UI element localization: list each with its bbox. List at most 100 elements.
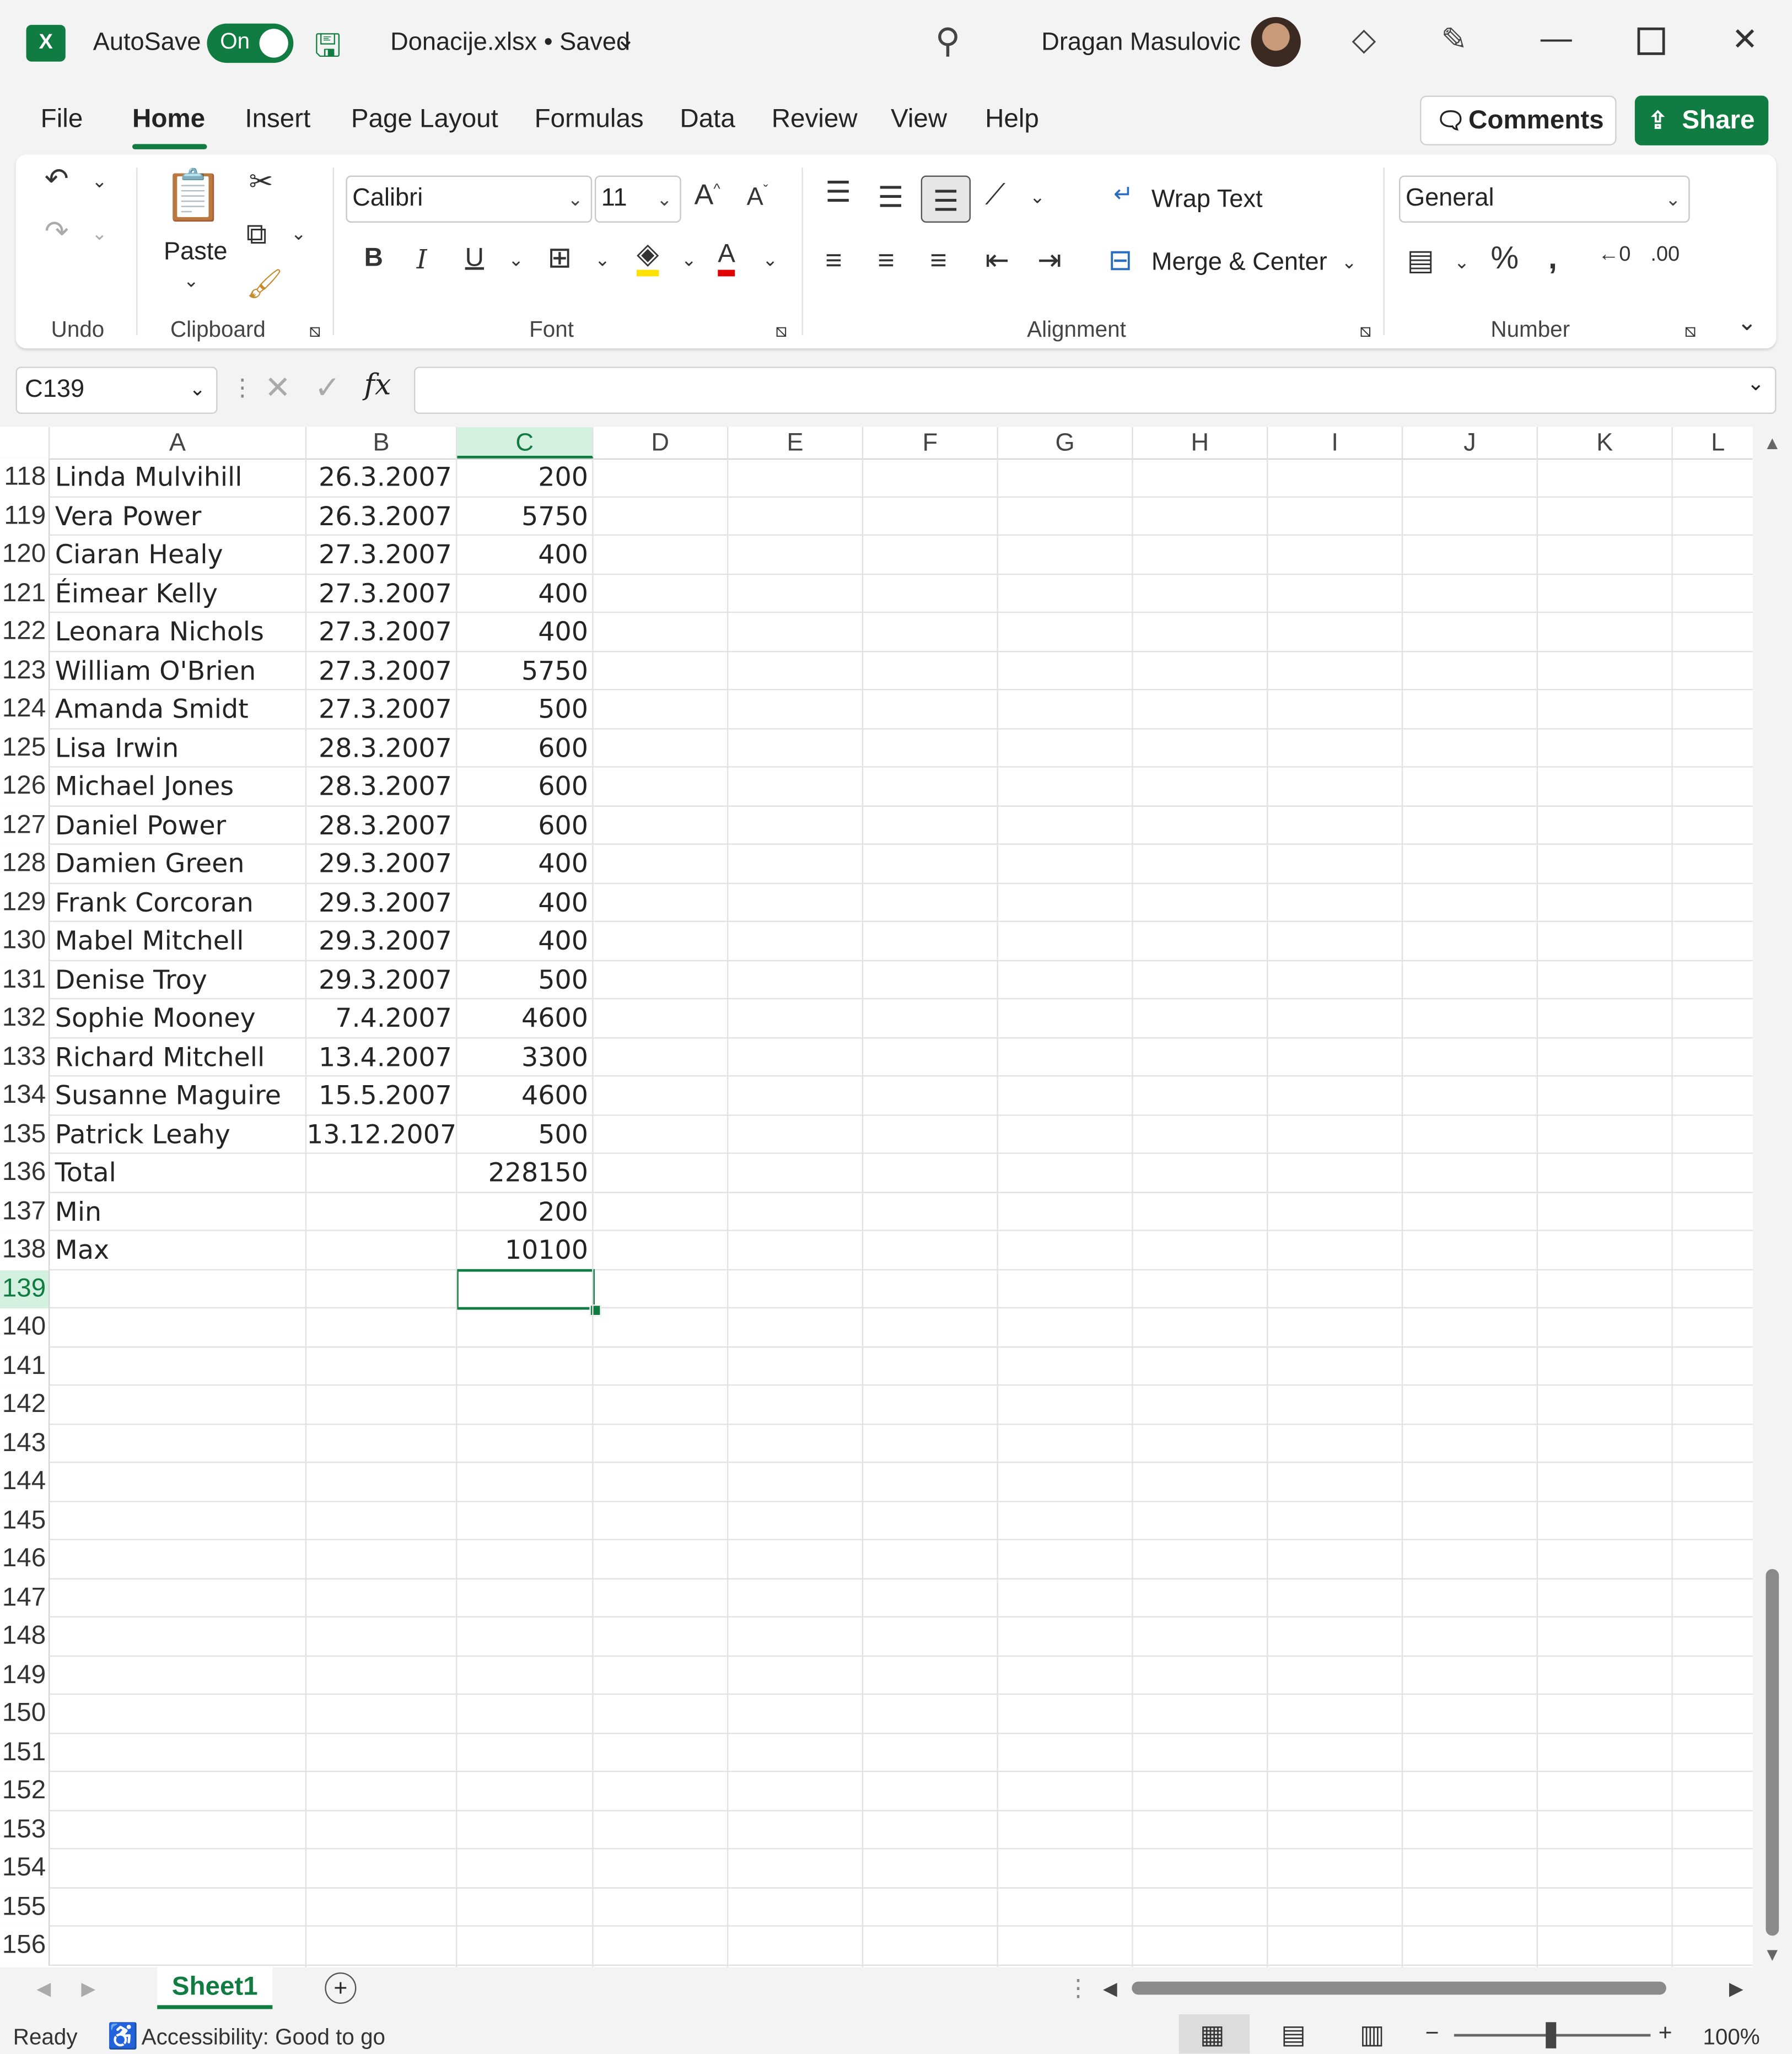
cell-b[interactable] <box>306 1385 452 1424</box>
cell-b[interactable]: 27.3.2007 <box>306 536 452 574</box>
cell-b[interactable]: 26.3.2007 <box>306 497 452 536</box>
column-header[interactable]: A <box>50 427 307 459</box>
cell-c[interactable]: 5750 <box>457 651 588 690</box>
merge-dropdown-icon[interactable]: ⌄ <box>1341 251 1357 273</box>
cell-a[interactable]: Min <box>55 1193 101 1231</box>
cell-a[interactable]: Susanne Maguire <box>55 1076 281 1115</box>
tab-file[interactable]: File <box>41 105 83 135</box>
page-layout-view-icon[interactable]: ▤ <box>1281 2018 1306 2051</box>
cell-c[interactable] <box>457 1695 588 1733</box>
cell-c[interactable]: 400 <box>457 845 588 883</box>
font-color-icon[interactable]: A <box>718 239 736 277</box>
row-header[interactable]: 140 <box>0 1308 50 1347</box>
chevron-down-icon[interactable]: ⌄ <box>616 26 636 54</box>
row-header[interactable]: 126 <box>0 767 50 806</box>
cell-a[interactable]: William O'Brien <box>55 651 256 690</box>
row-header[interactable]: 148 <box>0 1617 50 1657</box>
row-header[interactable]: 152 <box>0 1772 50 1811</box>
cell-b[interactable]: 27.3.2007 <box>306 690 452 729</box>
cell-b[interactable] <box>306 1540 452 1579</box>
cell-c[interactable]: 400 <box>457 922 588 961</box>
row-header[interactable]: 145 <box>0 1501 50 1540</box>
comma-style-icon[interactable]: , <box>1548 241 1557 278</box>
cell-c[interactable] <box>457 1540 588 1579</box>
borders-icon[interactable]: ⊞ <box>547 241 572 275</box>
row-header[interactable]: 122 <box>0 613 50 652</box>
cell-c[interactable]: 400 <box>457 574 588 613</box>
tab-data[interactable]: Data <box>680 105 735 135</box>
comments-button[interactable]: 🗨 Comments <box>1420 95 1617 145</box>
cell-b[interactable] <box>306 1927 452 1965</box>
cell-b[interactable]: 28.3.2007 <box>306 806 452 845</box>
accounting-dropdown-icon[interactable]: ⌄ <box>1454 251 1470 273</box>
row-header[interactable]: 121 <box>0 574 50 613</box>
row-header[interactable]: 128 <box>0 844 50 883</box>
cell-a[interactable]: Éimear Kelly <box>55 574 218 613</box>
dialog-launcher-icon[interactable]: ⧅ <box>1360 320 1371 342</box>
dialog-launcher-icon[interactable]: ⧅ <box>1685 320 1696 342</box>
sheet-prev-icon[interactable]: ◀ <box>37 1977 51 1999</box>
cell-b[interactable]: 29.3.2007 <box>306 883 452 922</box>
cell-b[interactable] <box>306 1270 452 1308</box>
row-header[interactable]: 130 <box>0 922 50 961</box>
tab-page-layout[interactable]: Page Layout <box>351 105 498 135</box>
cell-b[interactable]: 27.3.2007 <box>306 613 452 651</box>
cell-b[interactable]: 15.5.2007 <box>306 1076 452 1115</box>
column-header[interactable]: K <box>1538 427 1673 459</box>
split-handle-icon[interactable]: ⋮ <box>1066 1975 1090 2003</box>
cell-c[interactable] <box>457 1385 588 1424</box>
row-header[interactable]: 141 <box>0 1347 50 1386</box>
cell-b[interactable] <box>306 1424 452 1463</box>
user-name[interactable]: Dragan Masulovic <box>1041 29 1240 57</box>
orientation-dropdown-icon[interactable]: ⌄ <box>1030 186 1045 208</box>
cell-a[interactable]: Denise Troy <box>55 961 207 999</box>
row-header[interactable]: 139 <box>0 1269 50 1309</box>
row-header[interactable]: 147 <box>0 1578 50 1618</box>
minimize-icon[interactable]: — <box>1541 21 1572 58</box>
cell-b[interactable] <box>306 1463 452 1502</box>
cell-a[interactable]: Vera Power <box>55 497 202 536</box>
cell-b[interactable] <box>306 1656 452 1695</box>
number-format-select[interactable]: General ⌄ <box>1399 175 1690 223</box>
align-center-icon[interactable]: ≡ <box>878 244 895 278</box>
accounting-format-icon[interactable]: ▤ <box>1407 244 1434 278</box>
align-left-icon[interactable]: ≡ <box>825 244 842 278</box>
increase-decimal-icon[interactable]: ←0 <box>1598 244 1630 267</box>
cell-a[interactable]: Mabel Mitchell <box>55 922 244 961</box>
cell-c[interactable]: 10100 <box>457 1231 588 1270</box>
cell-b[interactable] <box>306 1502 452 1540</box>
orientation-icon[interactable]: ⟋ <box>985 178 1005 212</box>
cell-c[interactable]: 400 <box>457 883 588 922</box>
cell-b[interactable]: 28.3.2007 <box>306 729 452 768</box>
cell-a[interactable]: Sophie Mooney <box>55 999 256 1038</box>
zoom-level[interactable]: 100% <box>1703 2025 1759 2051</box>
name-box[interactable]: C139 ⌄ <box>15 366 218 414</box>
copy-icon[interactable]: ⧉ <box>246 217 267 251</box>
cell-a[interactable]: Total <box>55 1154 116 1193</box>
column-header[interactable]: B <box>306 427 458 459</box>
cell-b[interactable]: 13.12.2007 <box>306 1115 456 1154</box>
cell-c[interactable]: 600 <box>457 806 588 845</box>
cell-b[interactable] <box>306 1618 452 1656</box>
autosave-toggle[interactable]: On <box>207 23 294 63</box>
undo-icon[interactable]: ↶ <box>45 163 69 197</box>
underline-icon[interactable]: U <box>465 244 484 274</box>
cell-c[interactable]: 228150 <box>457 1154 588 1193</box>
font-size-select[interactable]: 11 ⌄ <box>594 175 681 223</box>
cell-a[interactable]: Amanda Smidt <box>55 690 249 729</box>
accessibility-icon[interactable]: ♿ <box>107 2021 138 2052</box>
row-header[interactable]: 144 <box>0 1463 50 1502</box>
diamond-icon[interactable]: ◇ <box>1352 21 1376 59</box>
decrease-decimal-icon[interactable]: .00 <box>1650 244 1680 267</box>
scroll-right-icon[interactable]: ▶ <box>1729 1977 1743 1999</box>
tab-home[interactable]: Home <box>132 105 205 135</box>
zoom-slider-thumb[interactable] <box>1546 2022 1557 2048</box>
undo-dropdown-icon[interactable]: ⌄ <box>92 170 107 192</box>
row-header[interactable]: 153 <box>0 1810 50 1850</box>
cell-c[interactable]: 500 <box>457 961 588 999</box>
row-header[interactable]: 134 <box>0 1076 50 1115</box>
tab-review[interactable]: Review <box>772 105 858 135</box>
row-header[interactable]: 146 <box>0 1540 50 1579</box>
row-header[interactable]: 155 <box>0 1888 50 1927</box>
bold-icon[interactable]: B <box>364 244 383 274</box>
